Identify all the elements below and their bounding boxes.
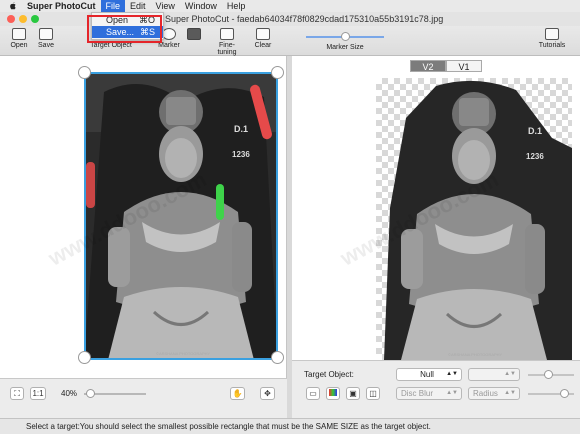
result-photo-credit: ©ARSHANA PHOTOGRAPHY xyxy=(448,352,503,357)
selection-handle-top-left[interactable] xyxy=(78,66,91,79)
palette-icon xyxy=(329,389,337,396)
result-label-d1: D.1 xyxy=(528,126,542,136)
select-arrow-icon: ▲▼ xyxy=(504,371,516,377)
marker-label: Marker xyxy=(158,42,180,49)
close-window-button[interactable] xyxy=(7,15,15,23)
clear-label: Clear xyxy=(254,42,272,49)
menu-file[interactable]: File xyxy=(100,0,126,12)
move-icon: ✥ xyxy=(264,389,271,398)
trash-icon xyxy=(256,28,270,40)
option-slider-knob[interactable] xyxy=(544,370,553,379)
selection-handle-bottom-left[interactable] xyxy=(78,351,91,364)
right-bottom-bar: Target Object: Null ▲▼ ▲▼ ▭ ▣ ◫ Disc Blu… xyxy=(292,360,580,418)
window-title: Super PhotoCut - faedab64034f78f0829cdad… xyxy=(165,14,444,24)
left-bottom-bar: ⛶ 1:1 40% ✋ ✥ xyxy=(0,378,287,418)
marker-size-slider-knob[interactable] xyxy=(340,32,350,41)
radius-slider-knob[interactable] xyxy=(560,389,569,398)
blur-type-select[interactable]: Disc Blur ▲▼ xyxy=(396,387,462,400)
target-object-select[interactable]: Null ▲▼ xyxy=(396,368,462,381)
open-label: Open xyxy=(10,42,28,49)
menu-help[interactable]: Help xyxy=(222,0,251,12)
target-object-caption: Target Object: xyxy=(304,370,354,379)
secondary-select[interactable]: ▲▼ xyxy=(468,368,520,381)
tab-v2[interactable]: V2 xyxy=(410,60,446,72)
photo-icon: ▣ xyxy=(349,389,357,398)
selection-handle-top-right[interactable] xyxy=(271,66,284,79)
menu-window[interactable]: Window xyxy=(180,0,222,12)
apple-icon[interactable] xyxy=(8,1,18,11)
background-mode-button[interactable]: ▭ xyxy=(306,387,320,400)
open-button[interactable]: Open xyxy=(8,28,30,49)
eraser-icon xyxy=(187,28,201,40)
radius-select[interactable]: Radius ▲▼ xyxy=(468,387,520,400)
target-object-label: Target Object xyxy=(90,42,132,49)
fine-tuning-label: Fine-tuning xyxy=(217,42,237,56)
image-background-button[interactable]: ▣ xyxy=(346,387,360,400)
clear-button[interactable]: Clear xyxy=(252,28,274,49)
result-label-1236: 1236 xyxy=(526,152,544,161)
image-icon: ▭ xyxy=(309,389,317,398)
tutorials-button[interactable]: Tutorials xyxy=(538,28,566,49)
menu-view[interactable]: View xyxy=(151,0,180,12)
highlight-annotation-box xyxy=(87,15,162,43)
fine-tuning-button[interactable]: Fine-tuning xyxy=(210,28,244,56)
source-canvas[interactable]: D.1 1236 ©ARSHANA PHOTOGRAPHY www.ddooo.… xyxy=(0,56,287,378)
radius-value: Radius xyxy=(473,389,498,398)
blur-icon: ◫ xyxy=(369,389,377,398)
select-arrow-icon: ▲▼ xyxy=(446,390,458,396)
tutorials-label: Tutorials xyxy=(538,42,566,49)
selection-handle-bottom-right[interactable] xyxy=(271,351,284,364)
version-tabs: V2 V1 xyxy=(410,60,482,72)
zoom-percent: 40% xyxy=(61,389,78,398)
app-menu[interactable]: Super PhotoCut xyxy=(22,0,101,12)
book-icon xyxy=(545,28,559,40)
tab-v1[interactable]: V1 xyxy=(446,60,482,72)
minimize-window-button[interactable] xyxy=(19,15,27,23)
target-object-button[interactable]: Target Object xyxy=(88,42,134,49)
fit-to-window-button[interactable]: ⛶ xyxy=(10,387,24,400)
hand-tool-button[interactable]: ✋ xyxy=(230,387,245,400)
hand-icon: ✋ xyxy=(232,389,243,398)
save-label: Save xyxy=(38,42,54,49)
open-icon xyxy=(12,28,26,40)
color-background-button[interactable] xyxy=(326,387,340,400)
eraser-button[interactable] xyxy=(183,28,205,42)
select-arrow-icon: ▲▼ xyxy=(446,371,458,377)
move-tool-button[interactable]: ✥ xyxy=(260,387,275,400)
zoom-slider-knob[interactable] xyxy=(85,389,95,398)
select-arrow-icon: ▲▼ xyxy=(504,390,516,396)
result-canvas: V2 V1 D.1 1236 ©ARSHANA PHOTOGRAPHY www.… xyxy=(292,56,580,378)
status-bar: Select a target:You should select the sm… xyxy=(0,418,580,434)
save-button[interactable]: Save xyxy=(35,28,57,49)
marker-size-label: Marker Size xyxy=(326,44,364,51)
blur-background-button[interactable]: ◫ xyxy=(366,387,380,400)
marker-size-label-wrap: Marker Size xyxy=(323,44,367,51)
menu-edit[interactable]: Edit xyxy=(125,0,151,12)
blur-type-value: Disc Blur xyxy=(401,389,434,398)
zoom-window-button[interactable] xyxy=(31,15,39,23)
marker-icon xyxy=(162,28,176,40)
save-icon xyxy=(39,28,53,40)
actual-size-button[interactable]: 1:1 xyxy=(30,387,46,400)
fine-tuning-icon xyxy=(220,28,234,40)
menu-bar: Super PhotoCut File Edit View Window Hel… xyxy=(0,0,580,12)
